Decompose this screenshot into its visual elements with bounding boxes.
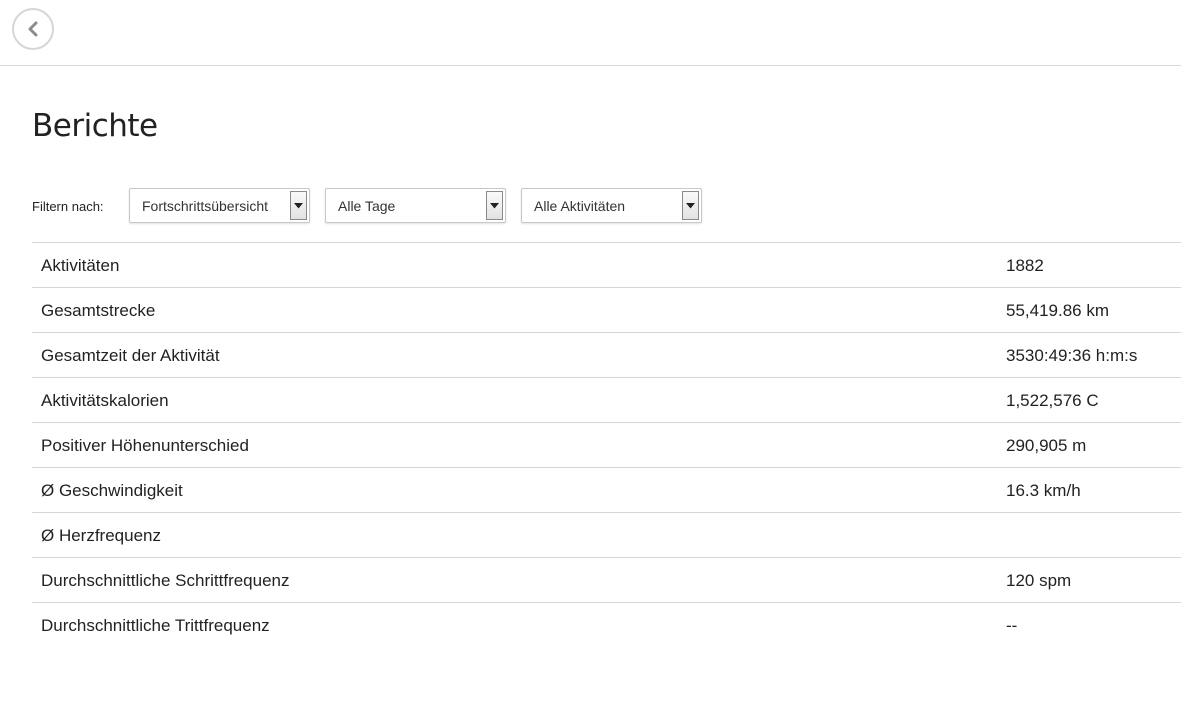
activity-type-value: Alle Aktivitäten xyxy=(534,198,626,214)
chevron-left-icon xyxy=(27,21,39,37)
report-type-value: Fortschrittsübersicht xyxy=(142,198,269,214)
stat-label: Aktivitätskalorien xyxy=(41,391,169,410)
report-type-select[interactable]: Fortschrittsübersicht xyxy=(129,188,310,223)
table-row: Durchschnittliche Trittfrequenz -- xyxy=(32,603,1181,648)
filter-label: Filtern nach: xyxy=(32,199,104,214)
stat-value: 290,905 m xyxy=(1006,436,1087,455)
stat-label: Ø Geschwindigkeit xyxy=(41,481,183,500)
back-button[interactable] xyxy=(12,8,54,50)
table-row: Ø Herzfrequenz xyxy=(32,513,1181,558)
stat-label: Gesamtstrecke xyxy=(41,301,156,320)
time-range-select[interactable]: Alle Tage xyxy=(325,188,506,223)
stat-value: 16.3 km/h xyxy=(1006,481,1081,500)
stat-value: -- xyxy=(1006,616,1018,635)
stat-label: Durchschnittliche Schrittfrequenz xyxy=(41,571,290,590)
activity-type-select[interactable]: Alle Aktivitäten xyxy=(521,188,702,223)
stat-label: Gesamtzeit der Aktivität xyxy=(41,346,220,365)
stat-label: Durchschnittliche Trittfrequenz xyxy=(41,616,270,635)
table-row: Positiver Höhenunterschied 290,905 m xyxy=(32,423,1181,468)
stat-value: 55,419.86 km xyxy=(1006,301,1110,320)
chevron-down-icon[interactable] xyxy=(290,191,307,220)
stat-value: 120 spm xyxy=(1006,571,1072,590)
stat-label: Aktivitäten xyxy=(41,256,120,275)
table-row: Ø Geschwindigkeit 16.3 km/h xyxy=(32,468,1181,513)
chevron-down-icon[interactable] xyxy=(682,191,699,220)
chevron-down-icon[interactable] xyxy=(486,191,503,220)
page-title: Berichte xyxy=(32,108,158,144)
table-row: Gesamtzeit der Aktivität 3530:49:36 h:m:… xyxy=(32,333,1181,378)
stats-table: Aktivitäten 1882 Gesamtstrecke 55,419.86… xyxy=(32,242,1181,648)
stat-value: 1,522,576 C xyxy=(1006,391,1099,410)
table-row: Durchschnittliche Schrittfrequenz 120 sp… xyxy=(32,558,1181,603)
top-bar xyxy=(0,0,1181,66)
stat-label: Positiver Höhenunterschied xyxy=(41,436,249,455)
table-row: Gesamtstrecke 55,419.86 km xyxy=(32,288,1181,333)
time-range-value: Alle Tage xyxy=(338,198,396,214)
table-row: Aktivitätskalorien 1,522,576 C xyxy=(32,378,1181,423)
stat-label: Ø Herzfrequenz xyxy=(41,526,161,545)
table-row: Aktivitäten 1882 xyxy=(32,243,1181,288)
stat-value: 3530:49:36 h:m:s xyxy=(1006,346,1138,365)
stat-value: 1882 xyxy=(1006,256,1044,275)
